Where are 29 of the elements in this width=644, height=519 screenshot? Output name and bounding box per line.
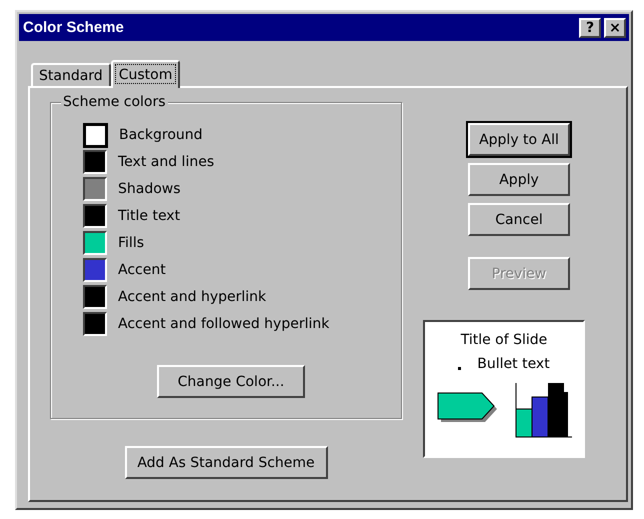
help-button[interactable]: ?	[579, 18, 601, 38]
add-scheme-button[interactable]: Add As Standard Scheme	[124, 446, 328, 479]
color-label[interactable]: Background	[119, 127, 203, 143]
color-label[interactable]: Text and lines	[118, 154, 214, 170]
preview-bullet-text: Bullet text	[477, 355, 550, 373]
color-swatch[interactable]	[83, 204, 107, 228]
tab[interactable]: Custom	[110, 60, 180, 88]
color-swatch[interactable]	[83, 177, 107, 201]
color-swatch[interactable]	[83, 231, 107, 255]
preview-title: Title of Slide	[460, 331, 548, 349]
close-button[interactable]: ×	[604, 18, 626, 38]
dialog-button[interactable]: Cancel	[468, 203, 570, 236]
color-label[interactable]: Accent	[118, 262, 166, 278]
dialog-button[interactable]: Apply to All	[468, 123, 570, 156]
color-label[interactable]: Fills	[118, 235, 144, 251]
color-swatch[interactable]	[83, 150, 107, 174]
color-label[interactable]: Accent and hyperlink	[118, 289, 266, 305]
window-title: Color Scheme	[23, 19, 124, 36]
color-swatch[interactable]	[83, 312, 107, 336]
color-swatch[interactable]	[83, 258, 107, 282]
tab[interactable]: Standard	[31, 63, 111, 86]
color-swatch[interactable]	[83, 122, 108, 148]
change-color-button[interactable]: Change Color...	[157, 365, 305, 398]
bullet-icon	[458, 366, 462, 370]
dialog-button[interactable]: Apply	[468, 163, 570, 196]
color-label[interactable]: Title text	[118, 208, 180, 224]
color-label[interactable]: Accent and followed hyperlink	[118, 316, 330, 332]
color-swatch[interactable]	[83, 285, 107, 309]
color-label[interactable]: Shadows	[118, 181, 181, 197]
